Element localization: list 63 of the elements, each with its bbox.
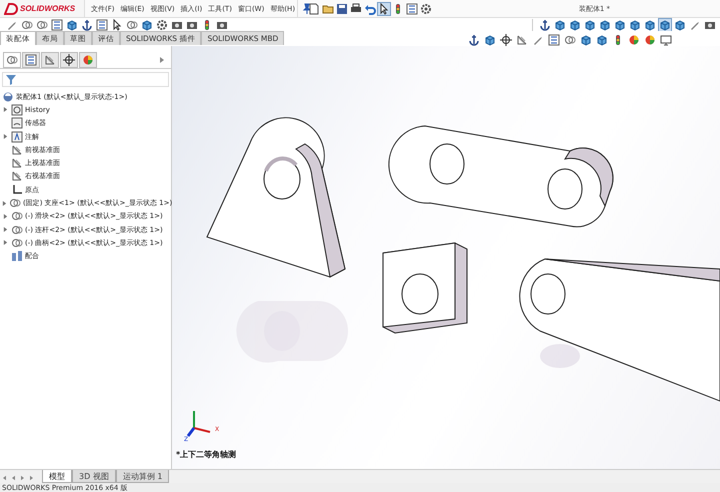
cube-icon[interactable] <box>629 18 641 30</box>
rings-icon[interactable] <box>126 18 138 30</box>
sheet-tab[interactable]: 运动算例 1 <box>116 470 170 483</box>
view-orientation-label: *上下二等角轴测 <box>176 449 236 460</box>
printer-icon[interactable] <box>350 2 362 14</box>
rings-icon[interactable] <box>21 18 33 30</box>
cube-icon[interactable] <box>659 18 671 30</box>
anchor-icon[interactable] <box>81 18 93 30</box>
settings-icon[interactable] <box>420 2 432 14</box>
rings-icon[interactable] <box>11 236 23 249</box>
color-wheel-icon[interactable] <box>644 34 656 46</box>
cube-icon[interactable] <box>569 18 581 30</box>
pointer-icon[interactable] <box>111 18 123 30</box>
cube-icon[interactable] <box>554 18 566 30</box>
folder-icon[interactable] <box>322 2 334 14</box>
list-icon[interactable] <box>96 18 108 30</box>
cube-icon[interactable] <box>66 18 78 30</box>
plane-icon[interactable] <box>11 157 23 170</box>
anchor-icon[interactable] <box>539 18 551 30</box>
cube-icon[interactable] <box>584 18 596 30</box>
rings-icon[interactable] <box>3 52 21 68</box>
filter-icon[interactable] <box>5 74 17 86</box>
monitor-icon[interactable] <box>660 34 672 46</box>
anchor-icon[interactable] <box>468 34 480 46</box>
new-document-icon[interactable] <box>308 2 320 14</box>
expand-arrow-icon[interactable] <box>2 107 9 112</box>
rings-icon[interactable] <box>9 197 21 210</box>
crosshair-icon[interactable] <box>60 52 78 68</box>
list-icon[interactable] <box>406 2 418 14</box>
pointer-icon[interactable] <box>378 2 390 14</box>
cube-icon[interactable] <box>644 18 656 30</box>
crosshair-icon[interactable] <box>500 34 512 46</box>
cube-icon[interactable] <box>596 34 608 46</box>
expand-arrow-icon[interactable] <box>2 134 9 140</box>
color-wheel-icon[interactable] <box>628 34 640 46</box>
sheet-tab[interactable]: 模型 <box>42 470 72 483</box>
sheet-tab[interactable]: 3D 视图 <box>72 470 116 483</box>
plane-icon[interactable] <box>41 52 59 68</box>
expand-arrow-icon[interactable] <box>2 240 9 246</box>
cube-icon[interactable] <box>141 18 153 30</box>
plane-icon[interactable] <box>516 34 528 46</box>
cube-icon[interactable] <box>484 34 496 46</box>
undo-icon[interactable] <box>364 2 376 14</box>
rings-icon[interactable] <box>11 224 23 236</box>
expand-arrow-icon[interactable] <box>2 200 7 206</box>
list-icon[interactable] <box>51 18 63 30</box>
plane-icon[interactable] <box>11 144 23 156</box>
plane-icon[interactable] <box>11 170 23 182</box>
expand-arrow-icon[interactable] <box>2 227 9 232</box>
cube-icon[interactable] <box>614 18 626 30</box>
rings-icon[interactable] <box>11 210 23 222</box>
rings-icon[interactable] <box>36 18 48 30</box>
color-wheel-icon[interactable] <box>79 52 97 68</box>
settings-icon[interactable] <box>156 18 168 30</box>
rings-icon[interactable] <box>564 34 576 46</box>
expand-arrow-icon[interactable] <box>2 214 9 219</box>
solidworks-logo: SOLIDWORKS <box>0 0 85 17</box>
cube-icon[interactable] <box>599 18 611 30</box>
cube-icon[interactable] <box>674 18 686 30</box>
cube-icon[interactable] <box>580 34 592 46</box>
list-icon[interactable] <box>22 52 40 68</box>
save-icon[interactable] <box>336 2 348 14</box>
list-icon[interactable] <box>548 34 560 46</box>
